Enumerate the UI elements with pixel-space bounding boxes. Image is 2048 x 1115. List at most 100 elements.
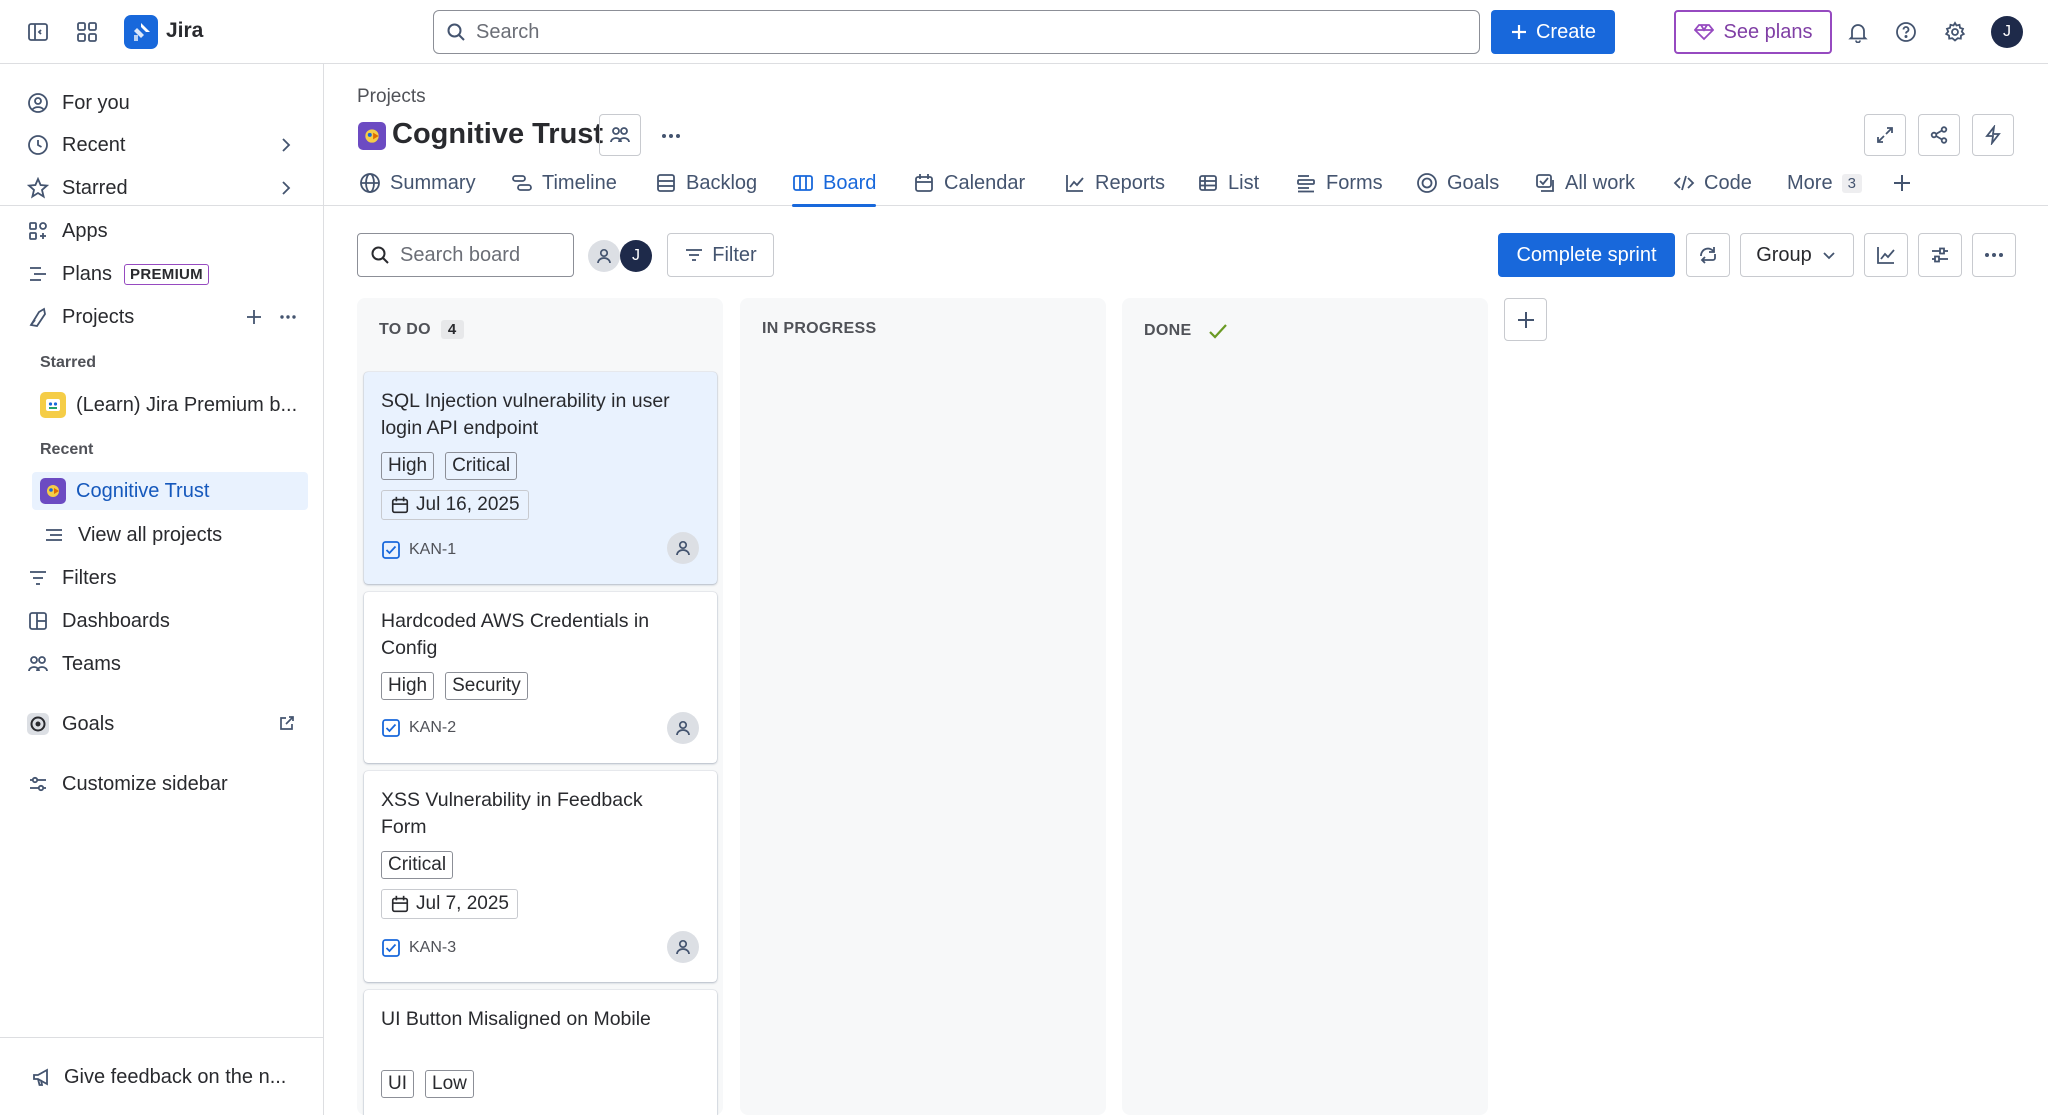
group-dropdown[interactable]: Group [1740, 233, 1854, 277]
automation-lightning-icon[interactable] [1972, 114, 2014, 156]
card-labels: High Critical [381, 452, 518, 480]
section-recent-heading: Recent [40, 441, 94, 458]
search-board-input[interactable]: Search board [357, 233, 574, 277]
tab-forms[interactable]: Forms [1295, 160, 1383, 206]
external-link-icon [278, 714, 296, 732]
user-avatar[interactable]: J [1991, 16, 2023, 48]
issue-card[interactable]: XSS Vulnerability in Feedback Form Criti… [364, 771, 717, 982]
tab-label: Goals [1447, 171, 1500, 194]
app-name[interactable]: Jira [166, 19, 203, 43]
share-icon[interactable] [1918, 114, 1960, 156]
calendar-icon [391, 895, 409, 913]
column-title: TO DO [379, 320, 431, 338]
column-header: DONE [1144, 320, 1229, 342]
tab-summary[interactable]: Summary [359, 160, 476, 206]
sidebar-item-apps[interactable]: Apps [16, 212, 308, 250]
tab-list[interactable]: List [1197, 160, 1259, 206]
tab-label: Code [1704, 171, 1752, 194]
goals-target-icon [24, 710, 52, 738]
tab-more[interactable]: More 3 [1787, 160, 1862, 206]
user-avatar-filter[interactable]: J [620, 240, 652, 272]
sidebar-item-teams[interactable]: Teams [16, 645, 308, 683]
card-label: UI [381, 1070, 414, 1098]
sidebar-item-label: Recent [62, 133, 126, 156]
tab-label: Summary [390, 171, 476, 194]
project-more-actions-icon[interactable] [656, 122, 686, 150]
backlog-icon [655, 172, 677, 194]
tab-timeline[interactable]: Timeline [511, 160, 617, 206]
sidebar-item-plans[interactable]: Plans PREMIUM [16, 255, 308, 293]
board-icon [792, 172, 814, 194]
tab-all-work[interactable]: All work [1534, 160, 1635, 206]
sidebar-item-label: Filters [62, 566, 117, 589]
done-check-icon [1207, 320, 1229, 342]
tab-goals[interactable]: Goals [1416, 160, 1499, 206]
breadcrumb-projects[interactable]: Projects [357, 86, 426, 108]
projects-more-icon[interactable] [278, 307, 298, 327]
assignee-avatar[interactable] [667, 931, 699, 963]
unassigned-avatar-filter[interactable] [588, 240, 620, 272]
page-title: Cognitive Trust [392, 118, 604, 150]
tab-calendar[interactable]: Calendar [913, 160, 1025, 206]
issue-card[interactable]: UI Button Misaligned on Mobile UI Low [364, 990, 717, 1115]
board-more-icon[interactable] [1972, 233, 2016, 277]
issue-card[interactable]: Hardcoded AWS Credentials in Config High… [364, 592, 717, 763]
tab-backlog[interactable]: Backlog [655, 160, 757, 206]
help-icon[interactable] [1888, 14, 1924, 50]
sidebar-starred-project[interactable]: (Learn) Jira Premium b... [32, 386, 308, 424]
notifications-bell-icon[interactable] [1840, 14, 1876, 50]
sidebar-item-goals[interactable]: Goals [16, 705, 308, 743]
dashboard-icon [24, 607, 52, 635]
tab-code[interactable]: Code [1673, 160, 1752, 206]
code-icon [1673, 172, 1695, 194]
sidebar-view-all-projects[interactable]: View all projects [32, 516, 308, 554]
cognitive-trust-project-icon [40, 478, 66, 504]
megaphone-icon [28, 1063, 56, 1091]
jira-logo-icon[interactable] [124, 15, 158, 49]
fullscreen-expand-icon[interactable] [1864, 114, 1906, 156]
team-access-button[interactable] [599, 114, 641, 156]
view-settings-icon[interactable] [1918, 233, 1962, 277]
sidebar-item-for-you[interactable]: For you [16, 84, 308, 122]
sidebar-item-label: For you [62, 91, 130, 114]
sidebar-item-filters[interactable]: Filters [16, 559, 308, 597]
assignee-avatar[interactable] [667, 712, 699, 744]
sidebar-item-dashboards[interactable]: Dashboards [16, 602, 308, 640]
issue-card[interactable]: SQL Injection vulnerability in user logi… [364, 372, 717, 584]
column-header: IN PROGRESS [762, 320, 876, 338]
filter-icon [686, 249, 703, 261]
chevron-right-icon [276, 135, 296, 155]
card-label: Low [425, 1070, 474, 1098]
app-switcher-icon[interactable] [69, 14, 105, 50]
assignee-avatar[interactable] [667, 532, 699, 564]
settings-gear-icon[interactable] [1937, 14, 1973, 50]
sidebar-recent-project-cognitive-trust[interactable]: Cognitive Trust [32, 472, 308, 510]
sidebar-item-label: (Learn) Jira Premium b... [76, 393, 298, 416]
sidebar-toggle-icon[interactable] [20, 14, 56, 50]
complete-sprint-button[interactable]: Complete sprint [1498, 233, 1675, 277]
add-column-plus-icon[interactable] [1504, 298, 1547, 341]
global-search-input[interactable]: Search [433, 10, 1480, 54]
add-tab-plus-icon[interactable] [1891, 160, 1913, 206]
sprint-refresh-icon[interactable] [1686, 233, 1730, 277]
sidebar-customize[interactable]: Customize sidebar [16, 765, 308, 803]
sidebar-item-recent[interactable]: Recent [16, 126, 308, 164]
issue-key[interactable]: KAN-2 [381, 718, 456, 738]
issue-key[interactable]: KAN-1 [381, 540, 456, 560]
see-plans-label: See plans [1723, 20, 1813, 43]
insights-chart-icon[interactable] [1864, 233, 1908, 277]
tab-reports[interactable]: Reports [1064, 160, 1165, 206]
more-count-badge: 3 [1841, 173, 1862, 193]
see-plans-button[interactable]: See plans [1674, 10, 1832, 54]
filter-button[interactable]: Filter [667, 233, 774, 277]
issue-key[interactable]: KAN-3 [381, 938, 456, 958]
card-labels: High Security [381, 672, 528, 700]
card-labels: UI Low [381, 1070, 474, 1098]
projects-icon [24, 303, 52, 331]
plans-icon [24, 260, 52, 288]
create-button[interactable]: Create [1491, 10, 1615, 54]
tab-board[interactable]: Board [792, 160, 877, 207]
add-project-plus-icon[interactable] [244, 307, 264, 327]
give-feedback-link[interactable]: Give feedback on the n... [22, 1058, 312, 1096]
sidebar-item-projects[interactable]: Projects [16, 298, 308, 336]
